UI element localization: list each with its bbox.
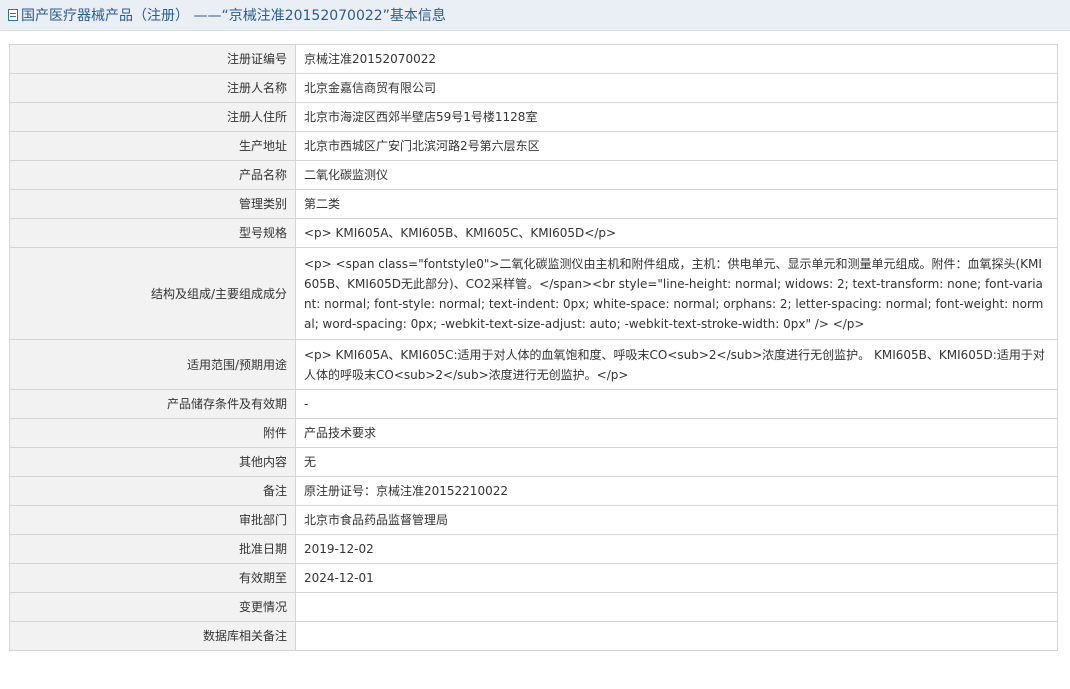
row-value-management-category: 第二类	[295, 189, 1058, 219]
row-label-management-category: 管理类别	[9, 189, 296, 219]
row-value-storage: -	[295, 389, 1058, 419]
row-label-approval-date: 批准日期	[9, 534, 296, 564]
row-label-model-spec: 型号规格	[9, 218, 296, 248]
row-label-other: 其他内容	[9, 447, 296, 477]
page-title: 国产医疗器械产品（注册） ——“京械注准20152070022”基本信息	[21, 8, 446, 24]
table-row: 生产地址 北京市西城区广安门北滨河路2号第六层东区	[9, 131, 1058, 161]
table-row: 数据库相关备注	[9, 621, 1058, 651]
row-label-registration-number: 注册证编号	[9, 44, 296, 74]
row-value-approval-date: 2019-12-02	[295, 534, 1058, 564]
row-value-structure: <p> <span class="fontstyle0">二氧化碳监测仪由主机和…	[295, 247, 1058, 340]
info-table: 注册证编号 京械注准20152070022 注册人名称 北京金嘉信商贸有限公司 …	[9, 44, 1058, 651]
table-row: 附件 产品技术要求	[9, 418, 1058, 448]
document-icon	[8, 9, 18, 21]
table-row: 产品储存条件及有效期 -	[9, 389, 1058, 419]
row-label-registrant-address: 注册人住所	[9, 102, 296, 132]
row-value-registrant-address: 北京市海淀区西郊半壁店59号1号楼1128室	[295, 102, 1058, 132]
row-value-attachment: 产品技术要求	[295, 418, 1058, 448]
table-row: 管理类别 第二类	[9, 189, 1058, 219]
table-row: 注册人名称 北京金嘉信商贸有限公司	[9, 73, 1058, 103]
row-value-registration-number: 京械注准20152070022	[295, 44, 1058, 74]
row-label-product-name: 产品名称	[9, 160, 296, 190]
row-value-remarks: 原注册证号：京械注准20152210022	[295, 476, 1058, 506]
table-row: 有效期至 2024-12-01	[9, 563, 1058, 593]
row-value-other: 无	[295, 447, 1058, 477]
table-row: 其他内容 无	[9, 447, 1058, 477]
row-value-changes	[295, 592, 1058, 622]
row-value-approval-department: 北京市食品药品监督管理局	[295, 505, 1058, 535]
row-value-product-name: 二氧化碳监测仪	[295, 160, 1058, 190]
row-label-remarks: 备注	[9, 476, 296, 506]
table-row: 审批部门 北京市食品药品监督管理局	[9, 505, 1058, 535]
page-header: 国产医疗器械产品（注册） ——“京械注准20152070022”基本信息	[0, 0, 1070, 31]
table-row: 注册人住所 北京市海淀区西郊半壁店59号1号楼1128室	[9, 102, 1058, 132]
row-value-model-spec: <p> KMI605A、KMI605B、KMI605C、KMI605D</p>	[295, 218, 1058, 248]
table-row: 备注 原注册证号：京械注准20152210022	[9, 476, 1058, 506]
row-label-database-notes: 数据库相关备注	[9, 621, 296, 651]
table-row: 型号规格 <p> KMI605A、KMI605B、KMI605C、KMI605D…	[9, 218, 1058, 248]
row-value-production-address: 北京市西城区广安门北滨河路2号第六层东区	[295, 131, 1058, 161]
row-label-changes: 变更情况	[9, 592, 296, 622]
row-value-database-notes	[295, 621, 1058, 651]
row-label-storage: 产品储存条件及有效期	[9, 389, 296, 419]
table-row: 产品名称 二氧化碳监测仪	[9, 160, 1058, 190]
row-label-structure: 结构及组成/主要组成成分	[9, 247, 296, 340]
table-row: 注册证编号 京械注准20152070022	[9, 44, 1058, 74]
row-label-approval-department: 审批部门	[9, 505, 296, 535]
row-label-registrant-name: 注册人名称	[9, 73, 296, 103]
row-value-intended-use: <p> KMI605A、KMI605C:适用于对人体的血氧饱和度、呼吸末CO<s…	[295, 339, 1058, 390]
table-row: 适用范围/预期用途 <p> KMI605A、KMI605C:适用于对人体的血氧饱…	[9, 339, 1058, 390]
row-label-attachment: 附件	[9, 418, 296, 448]
table-row: 结构及组成/主要组成成分 <p> <span class="fontstyle0…	[9, 247, 1058, 340]
row-label-intended-use: 适用范围/预期用途	[9, 339, 296, 390]
row-value-valid-until: 2024-12-01	[295, 563, 1058, 593]
table-row: 批准日期 2019-12-02	[9, 534, 1058, 564]
row-label-production-address: 生产地址	[9, 131, 296, 161]
table-row: 变更情况	[9, 592, 1058, 622]
row-value-registrant-name: 北京金嘉信商贸有限公司	[295, 73, 1058, 103]
row-label-valid-until: 有效期至	[9, 563, 296, 593]
